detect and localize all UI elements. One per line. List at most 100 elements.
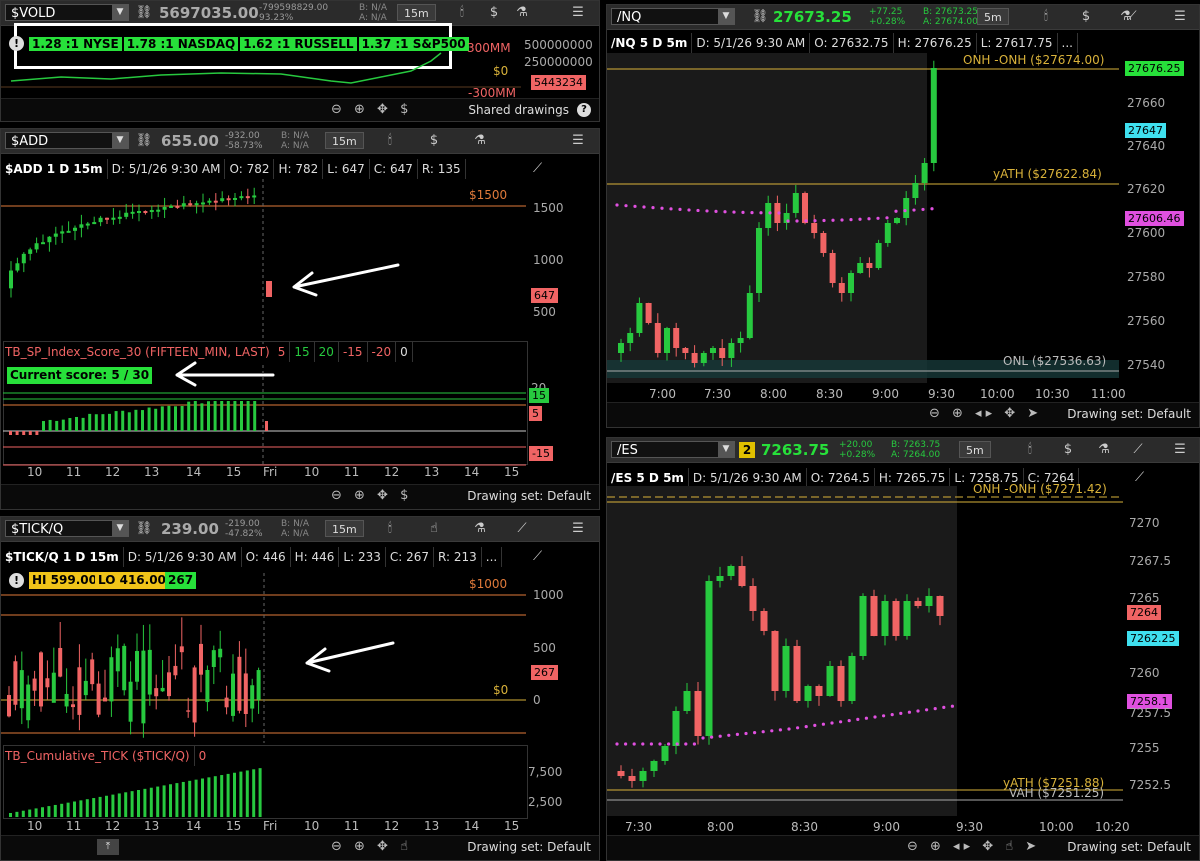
chain-icon[interactable]: ⛓ — [135, 521, 153, 537]
cumulative-bar — [156, 786, 160, 817]
candle-body — [245, 196, 250, 199]
vold-zoom-tools[interactable]: ⊖ ⊕ ✥ $ — [331, 102, 412, 117]
help-icon[interactable]: ? — [577, 103, 591, 117]
cumulative-bar — [220, 775, 224, 817]
drawing-tools-icon[interactable]: ⟋ — [513, 521, 531, 537]
drawing-tools-icon[interactable]: ⟋ — [1129, 442, 1147, 458]
chart-style-icon[interactable]: ⟋ — [533, 161, 542, 176]
nq-timeframe-button[interactable]: 5m — [977, 8, 1009, 25]
hand-icon[interactable]: ☝ — [425, 521, 443, 537]
tick-drawing-set[interactable]: Drawing set: Default — [467, 840, 591, 854]
dollar-icon[interactable]: $ — [1059, 442, 1077, 458]
add-study-title-bar: TB_SP_Index_Score_30 (FIFTEEN_MIN, LAST)… — [1, 342, 599, 362]
vwap-dot — [761, 730, 765, 734]
candle-body — [857, 263, 864, 273]
candle-style-icon[interactable]: 🕯 — [381, 133, 399, 149]
chain-icon[interactable]: ⛓ — [135, 133, 153, 149]
flask-icon[interactable]: ⚗ — [471, 133, 489, 149]
candle-body — [220, 198, 225, 202]
vwap-dot — [786, 219, 790, 223]
tick-zoom-tools[interactable]: ⊖ ⊕ ✥ ☝ — [331, 839, 412, 854]
collapse-icon[interactable]: ⤒ — [97, 839, 119, 855]
score-bar — [226, 401, 230, 431]
nq-yath-label: yATH ($27622.84) — [993, 167, 1102, 181]
nq-axis-27640: 27640 — [1127, 139, 1166, 153]
flask-icon[interactable]: ⚗ — [1095, 442, 1113, 458]
es-drawing-set[interactable]: Drawing set: Default — [1067, 840, 1191, 854]
candle-body — [233, 197, 237, 200]
candle-body — [639, 771, 647, 781]
candle-style-icon[interactable]: 🕯 — [1021, 442, 1039, 458]
candle-body — [21, 253, 26, 264]
cumulative-bar — [124, 792, 128, 817]
tick-axis-0: 0 — [533, 693, 541, 707]
chevron-down-icon[interactable]: ▼ — [718, 9, 734, 24]
add-timeframe-button[interactable]: 15m — [325, 132, 364, 149]
vwap-dot — [787, 727, 791, 731]
link-group-badge[interactable]: 2 — [739, 442, 755, 458]
vwap-dot — [822, 218, 826, 223]
menu-icon[interactable]: ☰ — [1171, 442, 1189, 458]
add-change: -932.00 -58.73% — [225, 131, 263, 151]
nq-zoom-tools[interactable]: ⊖ ⊕ ◂▸ ✥ ➤ — [929, 406, 1042, 421]
add-drawing-set[interactable]: Drawing set: Default — [467, 489, 591, 503]
add-zoom-tools[interactable]: ⊖ ⊕ ✥ $ — [331, 488, 412, 503]
score-bar — [28, 431, 32, 435]
vwap-dot — [882, 714, 886, 718]
nq-symbol-selector[interactable]: /NQ ▼ — [611, 8, 735, 25]
chart-style-icon[interactable]: ⟋ — [1135, 470, 1144, 485]
score-bar — [240, 401, 243, 431]
add-annotation-arrow — [292, 263, 400, 297]
tick-symbol-selector[interactable]: $TICK/Q ▼ — [5, 520, 129, 537]
cumulative-bar — [117, 793, 121, 817]
vwap-dot — [642, 205, 646, 209]
nq-drawing-set[interactable]: Drawing set: Default — [1067, 407, 1191, 421]
candle-body — [98, 217, 103, 223]
candle-body — [130, 211, 135, 214]
candle-body — [28, 249, 33, 254]
candle-style-icon[interactable]: 🕯 — [381, 521, 399, 537]
es-symbol-selector[interactable]: /ES ▼ — [611, 441, 735, 458]
vwap-dot — [921, 207, 925, 212]
score-bar — [174, 406, 177, 431]
vold-shared-drawings[interactable]: Shared drawings — [468, 103, 569, 117]
vwap-dot — [641, 742, 645, 746]
es-timeframe-button[interactable]: 5m — [959, 441, 991, 458]
cumulative-bar — [181, 781, 185, 817]
candle-body — [231, 673, 235, 716]
vwap-dot — [916, 709, 920, 713]
add-axis-1000: 1000 — [533, 253, 564, 267]
candle-style-icon[interactable]: 🕯 — [1037, 9, 1055, 25]
menu-icon[interactable]: ☰ — [569, 133, 587, 149]
score-bar — [94, 414, 98, 431]
chart-style-icon[interactable]: ⟋ — [533, 549, 542, 564]
drawing-tools-icon[interactable]: ⟋ — [1123, 9, 1141, 25]
menu-icon[interactable]: ☰ — [569, 5, 587, 21]
menu-icon[interactable]: ☰ — [569, 521, 587, 537]
nq-axis-27600: 27600 — [1127, 226, 1166, 240]
add-symbol-selector[interactable]: $ADD ▼ — [5, 132, 129, 149]
nq-axis-27560: 27560 — [1127, 314, 1166, 328]
vwap-dot — [759, 211, 763, 215]
score-bar — [220, 401, 224, 431]
cumulative-bar — [188, 780, 192, 817]
candle-body — [179, 646, 184, 653]
chevron-down-icon[interactable]: ▼ — [718, 442, 734, 457]
menu-icon[interactable]: ☰ — [1171, 9, 1189, 25]
score-bar — [200, 403, 204, 431]
vwap-dot — [942, 705, 946, 709]
tick-timeframe-button[interactable]: 15m — [325, 520, 364, 537]
cumulative-bar — [175, 783, 179, 817]
chevron-down-icon[interactable]: ▼ — [112, 521, 128, 536]
candle-body — [207, 200, 212, 203]
chevron-down-icon[interactable]: ▼ — [112, 133, 128, 148]
dollar-icon[interactable]: $ — [1077, 9, 1095, 25]
candle-body — [122, 645, 127, 691]
flask-icon[interactable]: ⚗ — [471, 521, 489, 537]
chain-icon[interactable]: ⛓ — [751, 9, 769, 25]
es-zoom-tools[interactable]: ⊖ ⊕ ◂▸ ✥ ☝ ➤ — [907, 839, 1040, 854]
cumulative-bar — [85, 799, 89, 817]
dollar-icon[interactable]: $ — [425, 133, 443, 149]
candle-body — [903, 198, 910, 218]
candle-body — [683, 691, 691, 711]
